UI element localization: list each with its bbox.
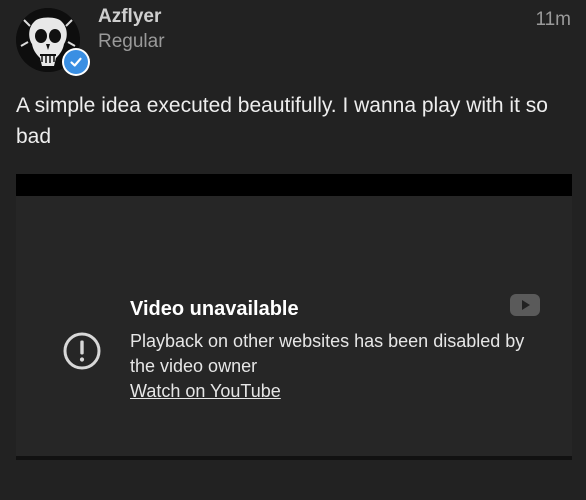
post-username[interactable]: Azflyer (98, 6, 161, 28)
alert-circle-icon (63, 332, 101, 370)
watch-on-youtube-link[interactable]: Watch on YouTube (130, 379, 281, 403)
forum-post: Azflyer Regular 11m A simple idea execut… (0, 0, 586, 500)
embed-title: Video unavailable (130, 298, 299, 320)
post-user-title: Regular (98, 31, 165, 52)
post-timestamp[interactable]: 11m (535, 9, 571, 31)
post-body-text: A simple idea executed beautifully. I wa… (16, 94, 548, 148)
embed-message: Playback on other websites has been disa… (130, 331, 525, 376)
embed-top-bar (16, 174, 572, 196)
user-avatar[interactable] (16, 8, 90, 76)
verified-badge (62, 48, 90, 76)
embed-bottom-border (16, 456, 572, 460)
verified-check-icon (70, 57, 82, 67)
video-embed[interactable]: Video unavailable Playback on other webs… (16, 174, 572, 460)
youtube-logo-icon[interactable] (510, 294, 540, 316)
